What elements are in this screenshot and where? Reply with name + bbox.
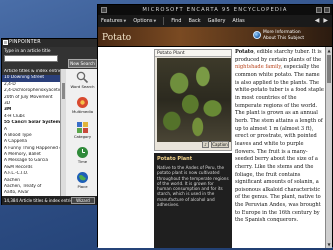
pinpointer-tools: Word Search Multimedia Category Time Pla… [67, 71, 98, 196]
window-menu-button[interactable] [101, 7, 107, 13]
next-arrow-icon[interactable]: ▶ [323, 15, 328, 27]
menu-gallery[interactable]: Gallery [208, 15, 226, 27]
scroll-up-icon[interactable]: ▲ [326, 47, 332, 54]
caption-box: Potato Plant Native to the Andes of Peru… [154, 153, 232, 248]
encarta-title-bar[interactable]: MICROSOFT ENCARTA 95 ENCYCLOPEDIA [98, 5, 332, 15]
article-body: Potato Plant ♪ Caption Potato Plant Nati… [98, 47, 332, 248]
list-scrollbar[interactable] [60, 69, 66, 196]
maximize-button[interactable] [324, 7, 330, 13]
nightshade-link[interactable]: nightshade family [235, 64, 281, 70]
article-title: Potato [102, 33, 132, 43]
close-icon[interactable] [3, 40, 8, 45]
potato-plant-photo[interactable] [157, 58, 231, 142]
entry-count: 14,384 Article titles & index entries [4, 198, 76, 203]
place-button[interactable]: Place [67, 171, 98, 194]
photo-label: Potato Plant [155, 50, 231, 57]
time-label: Time [77, 159, 88, 164]
category-label: Category [73, 134, 92, 139]
menu-atlas-label: Atlas [232, 18, 245, 24]
place-icon [77, 172, 88, 183]
list-scroll-thumb[interactable] [62, 83, 65, 99]
more-info-line2: About This Subject [263, 35, 305, 41]
word-search-icon [76, 71, 89, 84]
scroll-thumb[interactable] [327, 55, 331, 83]
menu-find[interactable]: Find [171, 15, 181, 27]
category-button[interactable]: Category [67, 121, 98, 144]
time-button[interactable]: Time [67, 146, 98, 169]
photo-panel: Potato Plant ♪ Caption [154, 49, 232, 151]
pinpointer-status-bar: 14,384 Article titles & index entries Wi… [2, 196, 97, 205]
menu-features[interactable]: Features ▼ [101, 15, 126, 27]
word-search-button[interactable]: Word Search [67, 71, 98, 94]
place-label: Place [77, 184, 88, 189]
previous-arrow-icon[interactable]: ◀ [315, 15, 320, 27]
encarta-window: MICROSOFT ENCARTA 95 ENCYCLOPEDIA Featur… [97, 4, 333, 248]
search-input[interactable] [4, 55, 58, 62]
search-prompt-area: Type in an article title New Search [2, 47, 97, 69]
article-text: Potato, edible starchy tuber. It is prod… [235, 49, 324, 248]
menu-options-label: Options [133, 18, 153, 24]
multimedia-button[interactable]: Multimedia [67, 96, 98, 119]
article-body-part2: , especially the common white potato. Th… [235, 64, 324, 224]
menu-options[interactable]: Options ▼ [133, 15, 156, 27]
minimize-button[interactable] [316, 7, 322, 13]
nav-arrows: ◀ ▶ [315, 15, 328, 27]
article-lead: Potato [235, 49, 254, 55]
list-item[interactable]: 2,4-Dichlorophenoxyacetic Acid [2, 88, 65, 94]
search-prompt-label: Type in an article title [4, 49, 51, 54]
menu-find-label: Find [171, 18, 182, 24]
caret-down-icon: ▼ [153, 19, 157, 23]
wizard-button[interactable]: Wizard [71, 197, 95, 204]
menu-gallery-label: Gallery [207, 18, 226, 24]
article-list[interactable]: Article titles & index entries 10 Downing… [2, 69, 66, 196]
scroll-down-icon[interactable]: ▼ [326, 241, 332, 248]
menu-features-label: Features [101, 18, 123, 24]
article-header: Potato More Information About This Subje… [98, 27, 332, 47]
caption-title: Potato Plant [157, 156, 193, 162]
menu-back[interactable]: Back [188, 15, 200, 27]
menu-atlas[interactable]: Atlas [232, 15, 244, 27]
menu-separator [163, 17, 165, 25]
globe-icon [253, 31, 261, 39]
menu-back-label: Back [188, 18, 201, 24]
multimedia-label: Multimedia [71, 109, 94, 114]
caret-down-icon: ▼ [123, 19, 127, 23]
more-info-button[interactable]: More Information About This Subject [253, 30, 329, 41]
caption-button[interactable]: Caption [211, 141, 229, 148]
caption-body: Native to the Andes of Peru, the potato … [157, 165, 229, 208]
pinpointer-panel: PINPOINTER Type in an article title New … [1, 38, 98, 205]
word-search-label: Word Search [70, 84, 95, 89]
article-scrollbar[interactable]: ▲ ▼ [325, 47, 332, 248]
multimedia-icon [77, 97, 88, 108]
category-icon [77, 122, 88, 133]
new-search-button[interactable]: New Search [68, 59, 97, 68]
time-icon [77, 147, 88, 158]
list-item[interactable]: 55 Cancri Solar System [2, 120, 65, 126]
pinpointer-title: PINPOINTER [9, 40, 41, 45]
speaker-icon[interactable]: ♪ [202, 141, 209, 148]
pinpointer-title-bar[interactable]: PINPOINTER [2, 39, 97, 47]
encarta-menu-bar: Features ▼ Options ▼ Find Back Gallery A… [98, 15, 332, 27]
window-title: MICROSOFT ENCARTA 95 ENCYCLOPEDIA [142, 7, 288, 13]
